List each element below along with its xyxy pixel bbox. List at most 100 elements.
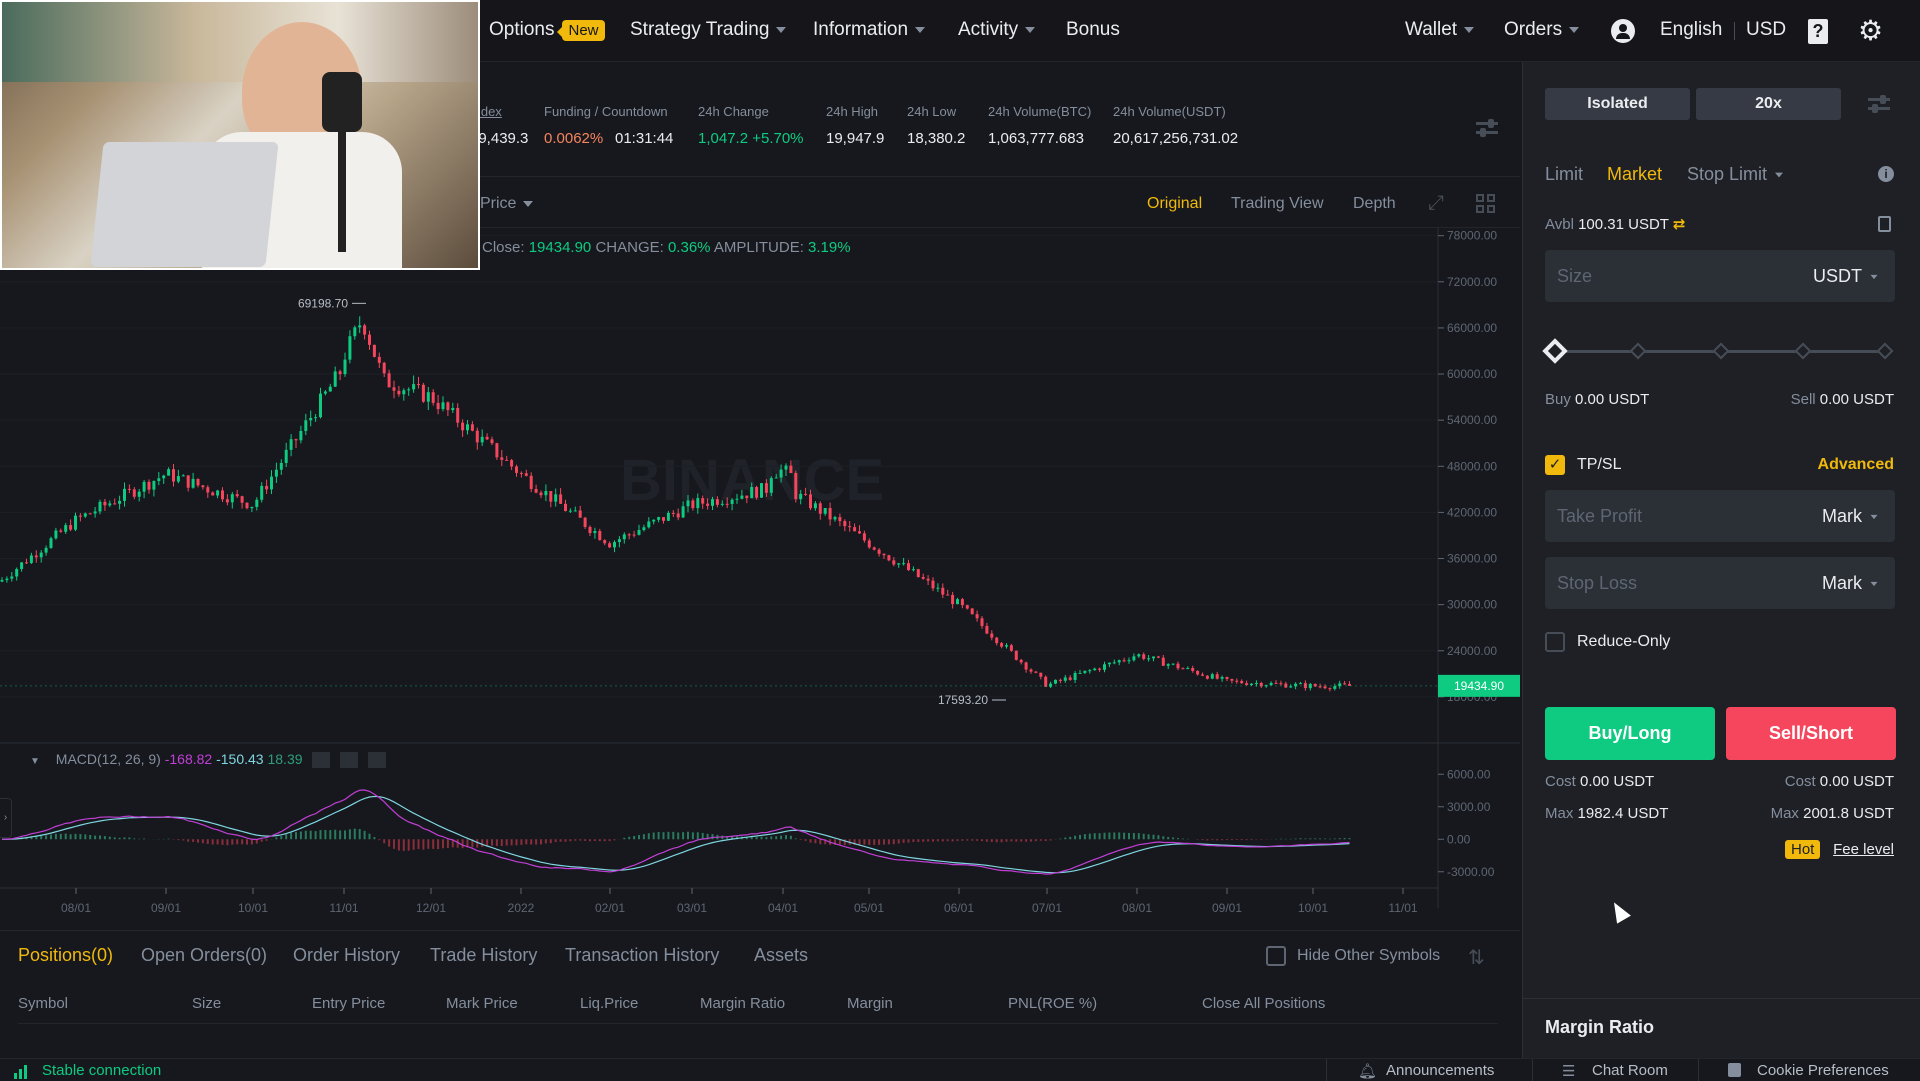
tab-trading-view[interactable]: Trading View — [1231, 195, 1324, 213]
positions-panel: Positions(0) Open Orders(0) Order Histor… — [0, 930, 1520, 1058]
sell-value: 0.00 USDT — [1819, 391, 1894, 408]
sidebar-expand-handle[interactable]: › — [0, 798, 12, 838]
nav-orders[interactable]: Orders — [1504, 19, 1580, 41]
margin-mode-button[interactable]: Isolated — [1545, 88, 1690, 120]
user-account-icon[interactable] — [1611, 19, 1635, 43]
cookie-preferences-link[interactable]: Cookie Preferences — [1757, 1062, 1889, 1079]
price-tick-label: 60000.00 — [1447, 367, 1497, 381]
take-profit-trigger-select[interactable]: Mark — [1822, 506, 1879, 527]
leverage-button[interactable]: 20x — [1696, 88, 1841, 120]
preferences-icon[interactable] — [1868, 94, 1890, 114]
sell-short-button[interactable]: Sell/Short — [1726, 707, 1896, 760]
nav-strategy-trading-label: Strategy Trading — [630, 19, 770, 40]
tab-open-orders[interactable]: Open Orders(0) — [141, 945, 267, 966]
nav-strategy-trading[interactable]: Strategy Trading — [630, 19, 787, 41]
candle-body — [1058, 679, 1062, 681]
candle-body — [593, 531, 597, 534]
nav-wallet[interactable]: Wallet — [1405, 19, 1475, 41]
calculator-icon[interactable] — [1878, 216, 1891, 232]
macd-visibility-icon[interactable] — [312, 752, 331, 769]
nav-bonus[interactable]: Bonus — [1066, 19, 1120, 41]
tab-transaction-history[interactable]: Transaction History — [565, 945, 719, 966]
candle-body — [426, 392, 430, 402]
settings-gear-icon[interactable]: ⚙ — [1858, 17, 1883, 45]
nav-activity[interactable]: Activity — [958, 19, 1036, 41]
candle-body — [794, 473, 798, 500]
nav-options[interactable]: Options New — [489, 19, 605, 41]
help-icon[interactable]: ? — [1808, 19, 1828, 44]
cost-label: Cost — [1784, 773, 1816, 790]
close-all-positions-button[interactable]: Close All Positions — [1202, 995, 1325, 1012]
swap-arrows-icon[interactable]: ⇅ — [1468, 945, 1485, 970]
tab-trade-history[interactable]: Trade History — [430, 945, 537, 966]
collapse-caret-icon[interactable]: ▼ — [30, 756, 40, 767]
reduce-only-checkbox[interactable] — [1545, 632, 1565, 652]
tpsl-checkbox[interactable]: ✓ — [1545, 455, 1565, 475]
order-type-stop-limit[interactable]: Stop Limit — [1687, 164, 1784, 185]
price-type-select[interactable]: Price — [480, 195, 534, 213]
price-tick-label: 48000.00 — [1447, 459, 1497, 473]
size-unit-select[interactable]: USDT — [1813, 266, 1879, 287]
slider-mark-75[interactable] — [1794, 342, 1812, 360]
macd-close-icon[interactable] — [368, 752, 387, 769]
order-type-market[interactable]: Market — [1607, 164, 1662, 185]
tab-positions[interactable]: Positions(0) — [18, 945, 113, 966]
candle-body — [319, 393, 322, 418]
price-tick-label: 54000.00 — [1447, 413, 1497, 427]
candlestick-chart-svg[interactable]: BINANCE 78000.00 72000.00 66000.00 60000.00 5… — [0, 228, 1520, 928]
candle-body — [343, 359, 347, 375]
announcements-link[interactable]: Announcements — [1386, 1062, 1494, 1079]
candle-body — [559, 494, 563, 504]
slider-mark-50[interactable] — [1712, 342, 1730, 360]
candle-body — [1161, 657, 1165, 666]
candle-body — [911, 569, 915, 571]
fee-level-link[interactable]: Fee level — [1833, 841, 1894, 858]
ticker-settings-icon[interactable] — [1476, 118, 1498, 138]
hide-other-symbols-checkbox[interactable] — [1266, 946, 1286, 966]
candle-body — [78, 515, 82, 517]
tab-assets[interactable]: Assets — [754, 945, 808, 966]
candle-body — [181, 475, 185, 477]
info-icon[interactable]: i — [1878, 166, 1894, 182]
nav-information[interactable]: Information — [813, 19, 926, 41]
slider-mark-25[interactable] — [1629, 342, 1647, 360]
macd-tick-label: 6000.00 — [1447, 767, 1491, 781]
grid-layout-icon[interactable] — [1476, 194, 1496, 214]
candle-body — [519, 472, 523, 474]
order-type-limit[interactable]: Limit — [1545, 164, 1583, 185]
language-selector[interactable]: English — [1660, 19, 1722, 41]
size-slider-handle[interactable] — [1542, 338, 1568, 364]
candle-body — [245, 502, 249, 509]
candle-body — [230, 494, 234, 503]
candle-body — [397, 390, 401, 395]
buy-label: Buy — [1545, 391, 1571, 408]
candle-body — [1230, 678, 1234, 681]
slider-mark-100[interactable] — [1876, 342, 1894, 360]
advanced-link[interactable]: Advanced — [1818, 456, 1894, 474]
currency-selector[interactable]: USD — [1746, 19, 1786, 41]
candle-body — [1073, 673, 1077, 680]
macd-settings-icon[interactable] — [340, 752, 359, 769]
candle-body — [657, 517, 661, 520]
size-input[interactable]: Size USDT — [1545, 250, 1895, 302]
candle-body — [358, 325, 362, 328]
transfer-icon[interactable]: ⇄ — [1673, 216, 1686, 233]
candle-body — [485, 436, 489, 440]
fullscreen-icon[interactable]: ⤢ — [1428, 192, 1444, 215]
chat-room-link[interactable]: Chat Room — [1592, 1062, 1668, 1079]
tab-order-history[interactable]: Order History — [293, 945, 400, 966]
macd-legend: ▼ MACD(12, 26, 9) -168.82 -150.43 18.39 — [30, 751, 387, 769]
stop-loss-input[interactable]: Stop Loss Mark — [1545, 557, 1895, 609]
buy-long-button[interactable]: Buy/Long — [1545, 707, 1715, 760]
candle-body — [926, 578, 930, 581]
stop-loss-trigger-select[interactable]: Mark — [1822, 573, 1879, 594]
take-profit-input[interactable]: Take Profit Mark — [1545, 490, 1895, 542]
tab-depth[interactable]: Depth — [1353, 195, 1396, 213]
candle-body — [1103, 664, 1106, 670]
price-chart[interactable]: BINANCE 78000.00 72000.00 66000.00 60000.00 5… — [0, 228, 1520, 928]
status-bar: Stable connection 🔔︎ Announcements ☰ Cha… — [0, 1058, 1920, 1081]
tab-original[interactable]: Original — [1147, 195, 1202, 213]
candle-body — [867, 540, 871, 548]
candle-body — [475, 430, 479, 443]
chevron-down-icon — [1870, 275, 1878, 280]
